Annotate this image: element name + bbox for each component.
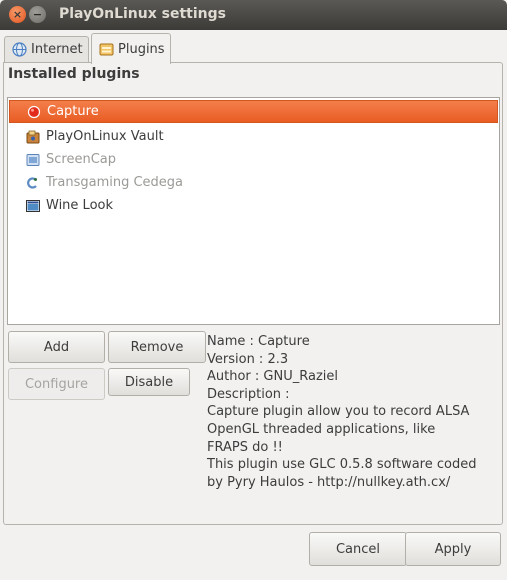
- plugin-folder-icon: [99, 42, 114, 57]
- remove-button[interactable]: Remove: [108, 331, 206, 363]
- tab-internet-label: Internet: [31, 42, 83, 57]
- description-line: This plugin use GLC 0.5.8 software coded: [207, 457, 477, 473]
- window-close-button[interactable]: ×: [9, 6, 26, 23]
- list-item-transgaming-cedega[interactable]: Transgaming Cedega: [9, 171, 498, 194]
- description-line: Name : Capture: [207, 334, 310, 349]
- cancel-button[interactable]: Cancel: [309, 532, 407, 566]
- vault-icon: [26, 130, 40, 144]
- list-item-label: Wine Look: [46, 198, 113, 213]
- screencap-icon: [26, 153, 40, 167]
- section-title: Installed plugins: [8, 66, 140, 82]
- tab-internet[interactable]: Internet: [4, 36, 89, 62]
- description-line: OpenGL threaded applications, like: [207, 421, 436, 437]
- record-icon: [27, 105, 41, 119]
- minimize-icon: −: [32, 8, 43, 21]
- description-line: by Pyry Haulos - http://nullkey.ath.cx/: [207, 474, 451, 490]
- tab-plugins-label: Plugins: [118, 41, 165, 57]
- description-line: Version : 2.3: [207, 351, 289, 367]
- globe-icon: [12, 42, 27, 57]
- list-item-label: Capture: [47, 104, 99, 119]
- description-line: FRAPS do !!: [207, 439, 283, 455]
- cedega-icon: [26, 176, 40, 190]
- close-icon: ×: [12, 8, 23, 21]
- list-item-playonlinux-vault[interactable]: PlayOnLinux Vault: [9, 125, 498, 148]
- plugin-description: Name : Capture Version : 2.3 Author : GN…: [207, 333, 497, 491]
- winelook-icon: [26, 199, 40, 213]
- window-minimize-button[interactable]: −: [29, 6, 46, 23]
- list-item-screencap[interactable]: ScreenCap: [9, 148, 498, 171]
- apply-button[interactable]: Apply: [405, 532, 501, 566]
- list-item-label: PlayOnLinux Vault: [46, 129, 164, 144]
- disable-button[interactable]: Disable: [108, 368, 190, 396]
- window-title: PlayOnLinux settings: [59, 6, 226, 22]
- add-button[interactable]: Add: [8, 331, 105, 363]
- list-item-label: Transgaming Cedega: [46, 175, 184, 190]
- description-line: Description :: [207, 386, 290, 402]
- list-item-label: ScreenCap: [46, 152, 116, 167]
- tab-plugins[interactable]: Plugins: [91, 33, 171, 64]
- plugin-list[interactable]: Capture PlayOnLinux Vault ScreenCap Tran…: [7, 97, 500, 325]
- description-line: Capture plugin allow you to record ALSA: [207, 404, 470, 420]
- description-line: Author : GNU_Raziel: [207, 369, 338, 385]
- list-item-capture[interactable]: Capture: [9, 100, 498, 123]
- configure-button[interactable]: Configure: [8, 368, 105, 400]
- window-titlebar: × − PlayOnLinux settings: [0, 0, 507, 30]
- list-item-wine-look[interactable]: Wine Look: [9, 194, 498, 217]
